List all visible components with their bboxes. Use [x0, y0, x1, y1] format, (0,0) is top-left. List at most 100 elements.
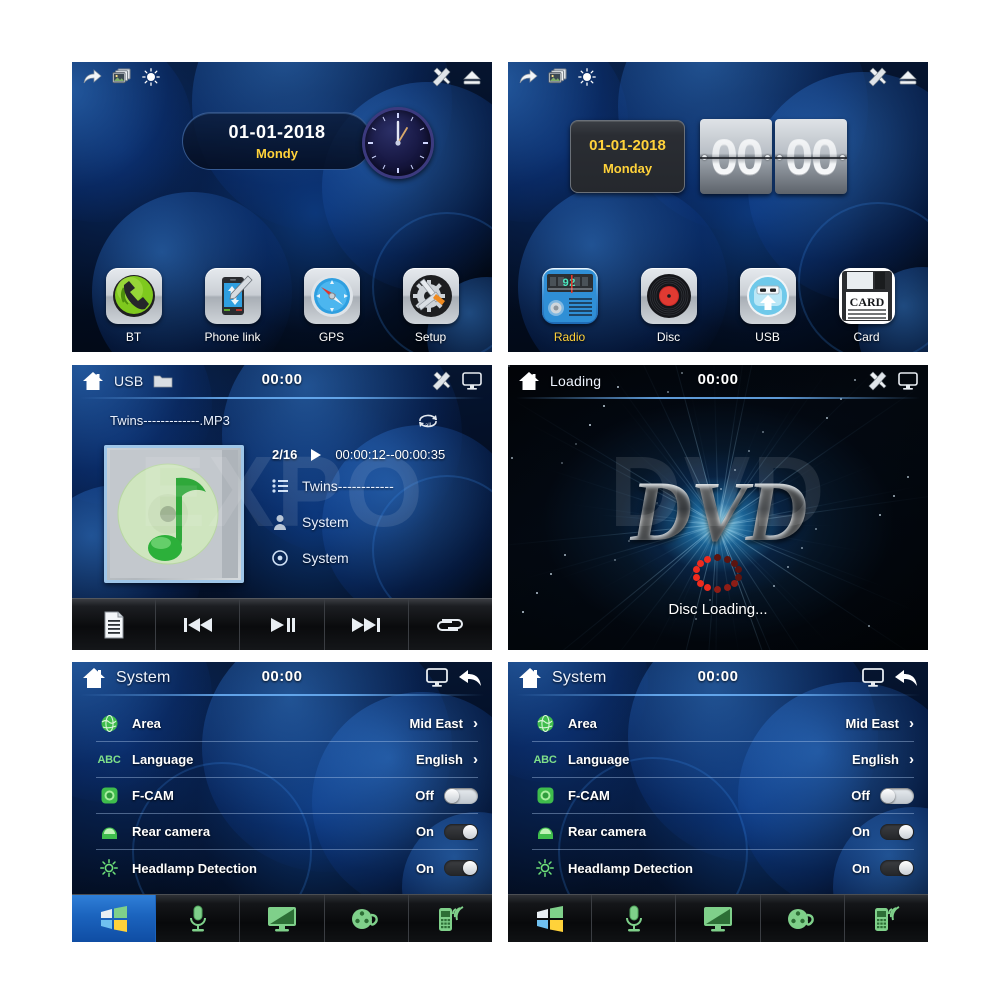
meta-text: System	[302, 550, 349, 566]
meta-row-album: System	[272, 550, 482, 566]
app-bt[interactable]: BT	[91, 268, 177, 344]
app-gps[interactable]: GPS	[289, 268, 375, 344]
monitor-icon[interactable]	[462, 372, 482, 390]
nav-phone[interactable]	[409, 895, 492, 942]
home-icon[interactable]	[82, 667, 106, 689]
back-arrow-icon[interactable]	[458, 668, 482, 688]
tools-icon[interactable]	[432, 67, 452, 87]
app-label: Phone link	[204, 330, 261, 344]
app-radio[interactable]: 92 Radio	[527, 268, 613, 344]
source-label: USB	[114, 373, 144, 389]
flip-minutes[interactable]: 00	[775, 119, 847, 194]
app-label: Card	[853, 330, 880, 344]
album-icon	[272, 550, 288, 566]
app-grid: BT Phone link GPS Setup	[84, 268, 480, 344]
app-phone-link[interactable]: Phone link	[190, 268, 276, 344]
monitor-icon[interactable]	[862, 668, 884, 688]
analog-clock[interactable]	[362, 107, 434, 179]
date-pill[interactable]: 01-01-2018 Mondy	[182, 112, 372, 170]
fcam-icon	[532, 787, 558, 804]
setting-value: On	[415, 824, 434, 839]
nav-voice[interactable]	[156, 895, 241, 942]
nav-phone[interactable]	[845, 895, 928, 942]
brightness-icon[interactable]	[578, 68, 596, 86]
monitor-icon[interactable]	[426, 668, 448, 688]
setting-row-rear-camera[interactable]: Rear camera On	[532, 814, 914, 850]
nav-system[interactable]	[72, 895, 157, 942]
tools-icon[interactable]	[432, 371, 452, 391]
setting-row-language[interactable]: ABC Language English ›	[96, 742, 478, 778]
nav-video[interactable]	[761, 895, 845, 942]
nav-display[interactable]	[240, 895, 325, 942]
setting-row-headlamp[interactable]: Headlamp Detection On	[532, 850, 914, 886]
app-card[interactable]: CARD Card	[824, 268, 910, 344]
bottom-navbar	[72, 894, 492, 942]
setting-row-fcam[interactable]: F-CAM Off	[532, 778, 914, 814]
status-text: Disc Loading...	[668, 601, 768, 618]
setting-value: English	[416, 752, 463, 767]
fcam-toggle[interactable]	[444, 787, 478, 804]
panel-system-b: System 00:00 Area Mid East › ABC Languag…	[508, 662, 928, 942]
play-pause-button[interactable]	[240, 599, 325, 650]
monitor-icon[interactable]	[898, 372, 918, 390]
back-arrow-icon[interactable]	[894, 668, 918, 688]
album-art	[104, 445, 244, 583]
nav-voice[interactable]	[592, 895, 677, 942]
app-disc[interactable]: Disc	[626, 268, 712, 344]
play-icon	[309, 448, 323, 462]
setting-row-headlamp[interactable]: Headlamp Detection On	[96, 850, 478, 886]
chevron-right-icon[interactable]: ›	[909, 715, 914, 732]
setting-row-area[interactable]: Area Mid East ›	[96, 706, 478, 742]
eject-icon[interactable]	[462, 69, 482, 85]
tools-icon[interactable]	[868, 371, 888, 391]
setting-value: On	[851, 860, 870, 876]
date-box[interactable]: 01-01-2018 Monday	[570, 120, 685, 193]
nav-video[interactable]	[325, 895, 409, 942]
abc-icon: ABC	[97, 753, 121, 766]
share-arrow-icon[interactable]	[82, 68, 102, 86]
header-divider	[516, 694, 920, 696]
playlist-button[interactable]	[72, 599, 157, 650]
headlamp-toggle[interactable]	[880, 860, 914, 876]
rear-camera-toggle[interactable]	[880, 823, 914, 840]
flip-hours[interactable]: 00	[700, 119, 772, 194]
setting-row-language[interactable]: ABC Language English ›	[532, 742, 914, 778]
folder-icon[interactable]	[153, 373, 173, 389]
setting-label: Area	[132, 716, 161, 731]
weekday-text: Monday	[602, 161, 653, 176]
chevron-right-icon[interactable]: ›	[473, 751, 478, 768]
app-usb[interactable]: USB	[725, 268, 811, 344]
dvd-header: Loading	[508, 365, 928, 397]
nav-display[interactable]	[676, 895, 761, 942]
setting-value: Off	[415, 788, 434, 803]
eject-icon[interactable]	[898, 69, 918, 85]
gallery-icon[interactable]	[548, 68, 568, 86]
app-setup[interactable]: Setup	[388, 268, 474, 344]
fcam-toggle[interactable]	[880, 787, 914, 804]
time-text: 00:00:12--00:00:35	[335, 447, 446, 462]
repeat-button[interactable]	[409, 599, 492, 650]
setting-label: Area	[568, 716, 597, 731]
chevron-right-icon[interactable]: ›	[909, 751, 914, 768]
setting-row-area[interactable]: Area Mid East ›	[532, 706, 914, 742]
next-button[interactable]	[325, 599, 409, 650]
setting-row-fcam[interactable]: F-CAM Off	[96, 778, 478, 814]
home-icon[interactable]	[82, 371, 104, 391]
nav-system[interactable]	[508, 895, 593, 942]
brightness-icon[interactable]	[142, 68, 160, 86]
headlamp-toggle[interactable]	[444, 860, 478, 876]
chevron-right-icon[interactable]: ›	[473, 715, 478, 732]
repeat-all-icon[interactable]: all	[416, 411, 440, 429]
panel-music-player: EXPO USB 00:00 Twins-------------.MP3 al…	[72, 365, 492, 650]
share-arrow-icon[interactable]	[518, 68, 538, 86]
rear-camera-toggle[interactable]	[444, 823, 478, 840]
svg-text:92: 92	[562, 278, 575, 290]
system-header: System	[508, 662, 928, 694]
home-toolbar	[508, 62, 928, 92]
tools-icon[interactable]	[868, 67, 888, 87]
previous-button[interactable]	[156, 599, 241, 650]
home-icon[interactable]	[518, 371, 540, 391]
home-icon[interactable]	[518, 667, 542, 689]
setting-row-rear-camera[interactable]: Rear camera On	[96, 814, 478, 850]
gallery-icon[interactable]	[112, 68, 132, 86]
